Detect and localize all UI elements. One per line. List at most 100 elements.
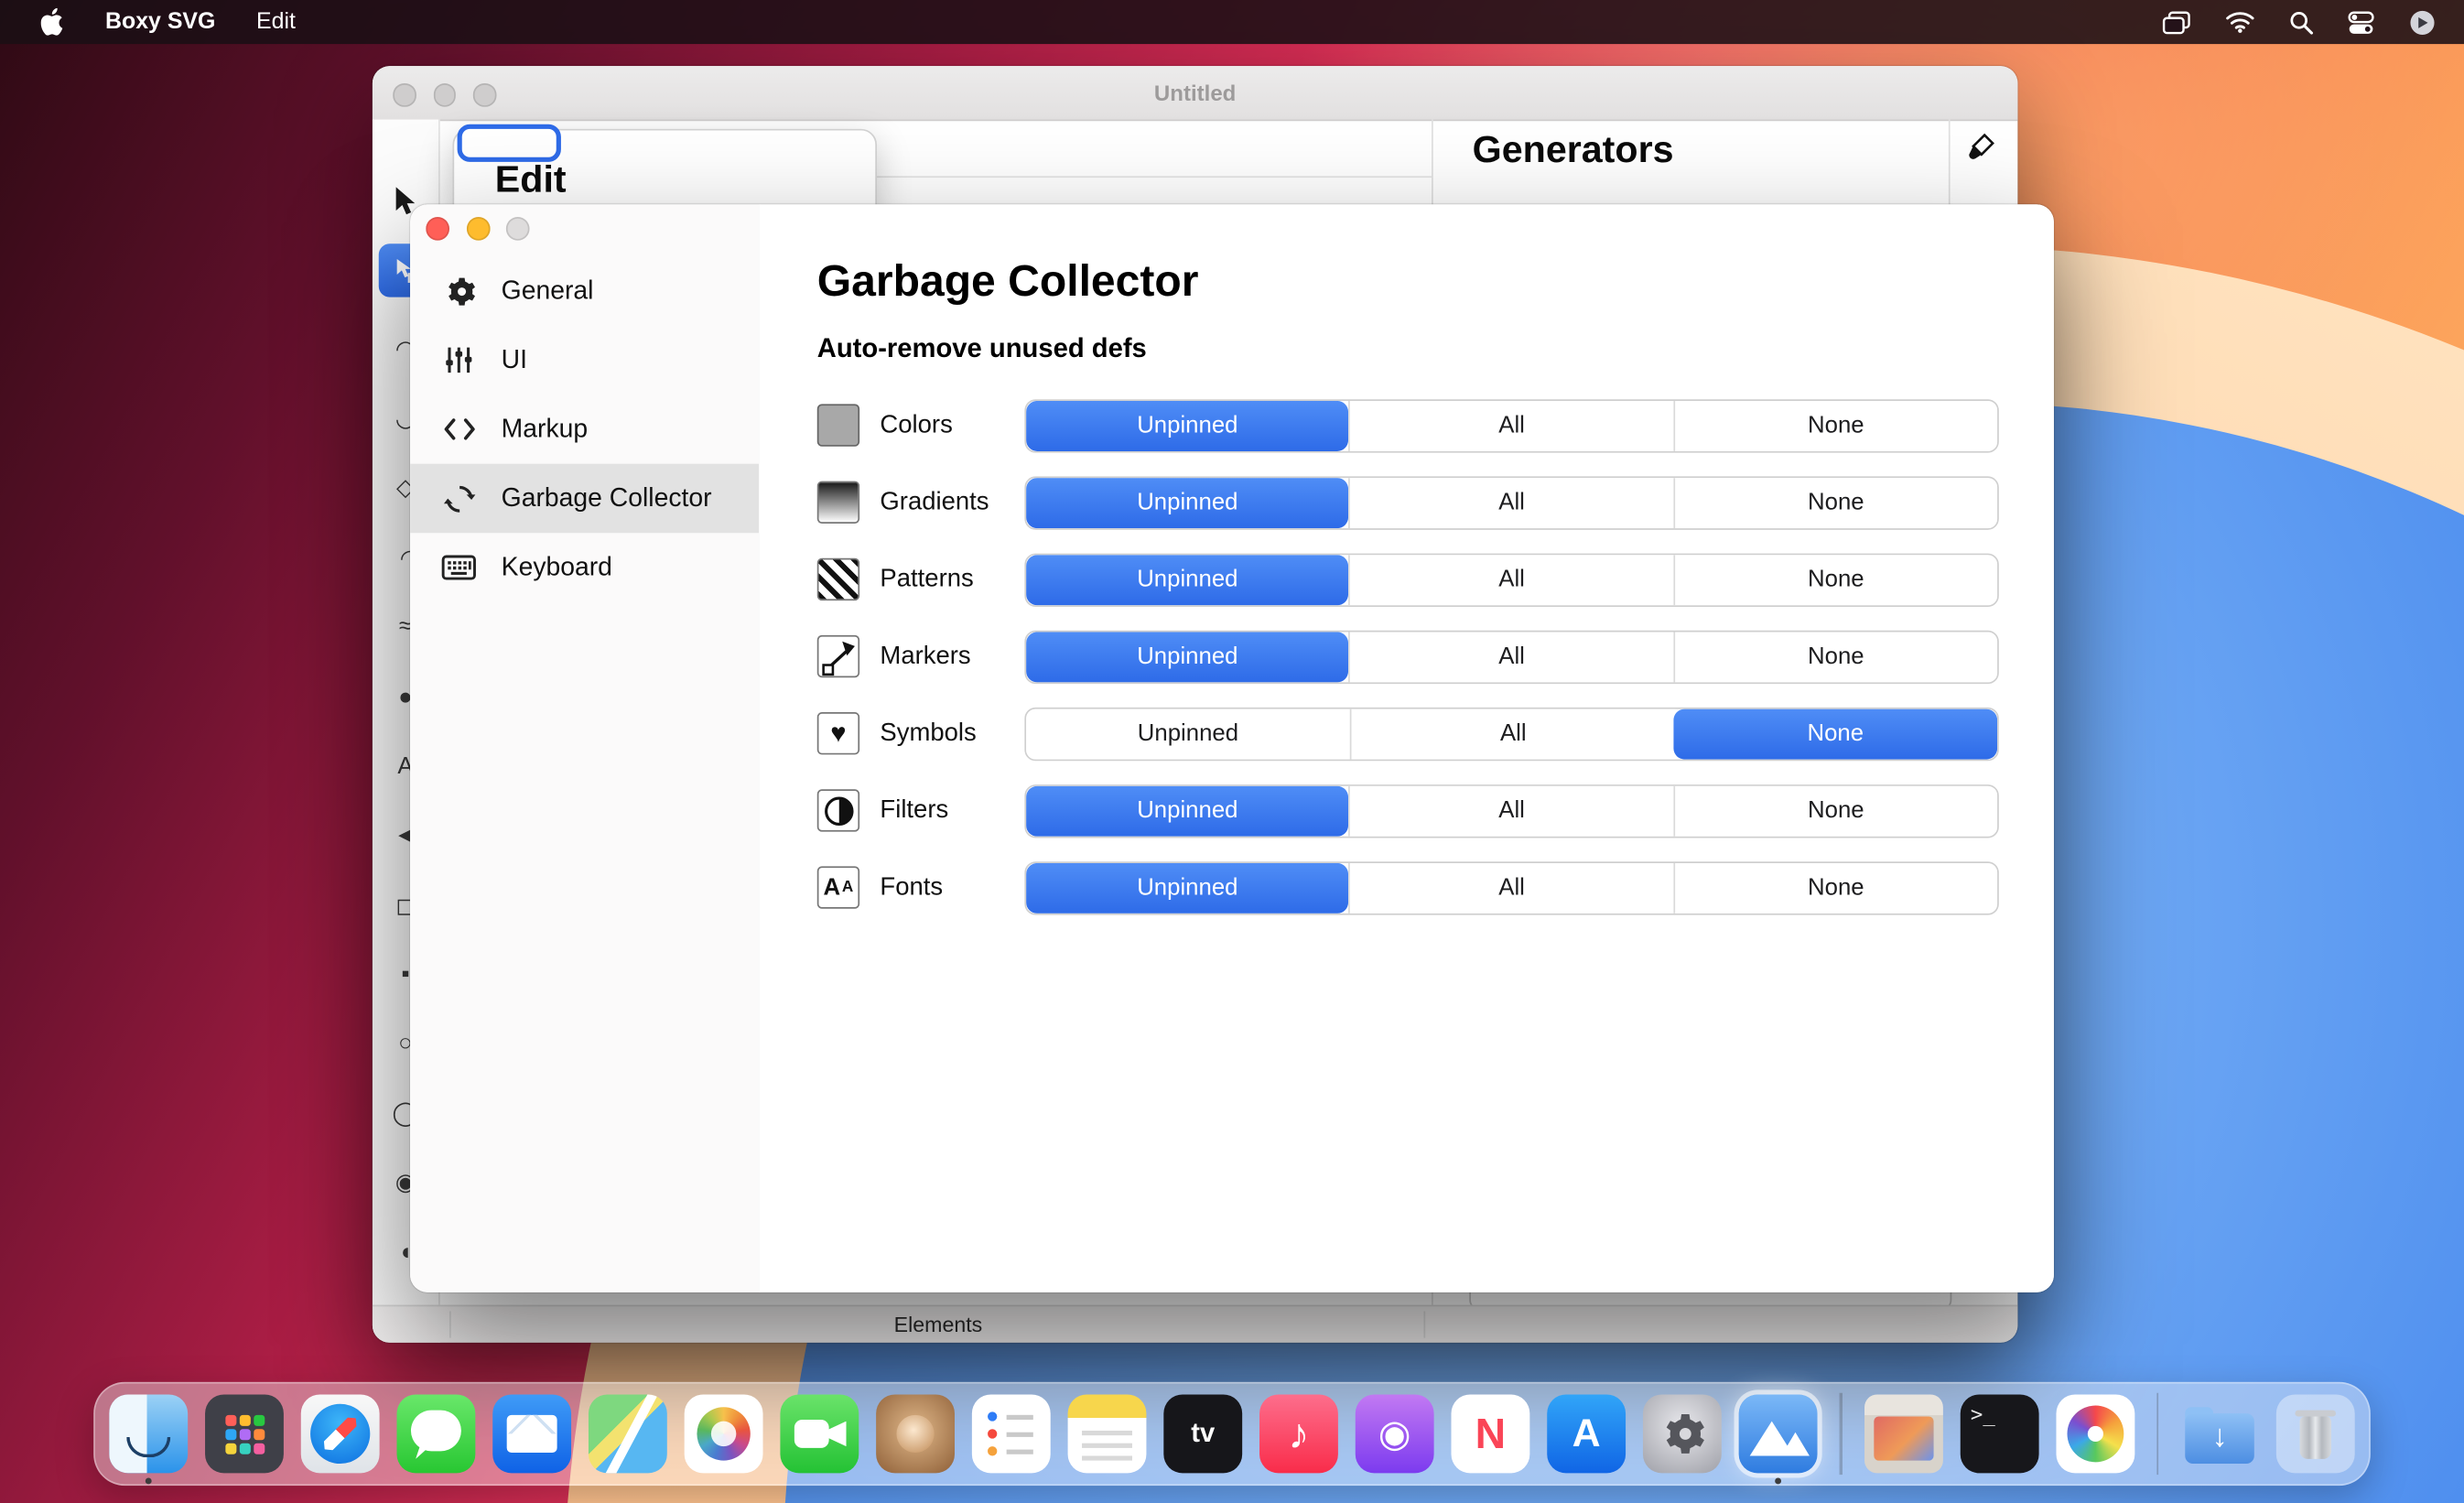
dock-divider	[2156, 1392, 2159, 1476]
dock-photos[interactable]	[684, 1394, 763, 1474]
unpinned-segment[interactable]: Unpinned	[1026, 862, 1349, 914]
marker-icon	[816, 634, 860, 678]
paintbrush-icon[interactable]	[1966, 132, 1996, 169]
gear-icon	[441, 274, 476, 308]
minimize-button[interactable]	[466, 217, 490, 241]
all-segment[interactable]: All	[1348, 400, 1673, 451]
close-button[interactable]	[393, 83, 416, 106]
apple-menu-icon[interactable]	[40, 7, 65, 37]
minimize-button[interactable]	[432, 83, 456, 106]
dock-app-store[interactable]: A	[1547, 1394, 1626, 1474]
unpinned-segment[interactable]: Unpinned	[1026, 631, 1349, 682]
zoom-button[interactable]	[505, 217, 530, 241]
dock-launchpad[interactable]	[205, 1394, 284, 1474]
none-segment[interactable]: None	[1672, 477, 1998, 528]
row-label: Patterns	[880, 565, 974, 592]
settings-dialog: General UI Markup Garbage Collector Keyb…	[410, 204, 2054, 1292]
dock-notes[interactable]	[1067, 1394, 1147, 1474]
dock-mail[interactable]	[492, 1394, 572, 1474]
dock-downloads[interactable]: ↓	[2180, 1394, 2259, 1473]
sidebar-item-general[interactable]: General	[410, 256, 759, 326]
dock-news[interactable]: N	[1451, 1394, 1530, 1474]
dock-system-preferences[interactable]	[1642, 1394, 1722, 1474]
row-filters: Filters Unpinned All None	[816, 772, 1999, 849]
none-segment[interactable]: None	[1672, 862, 1998, 914]
edit-panel-title: Edit	[494, 158, 567, 201]
tab-elements[interactable]: Elements	[844, 1313, 1032, 1336]
sidebar-item-label: Garbage Collector	[501, 483, 712, 513]
launchpad-icon	[205, 1394, 284, 1474]
control-center-icon[interactable]	[2348, 10, 2374, 34]
all-segment[interactable]: All	[1348, 631, 1673, 682]
unpinned-segment[interactable]: Unpinned	[1026, 554, 1349, 605]
unpinned-segment[interactable]: Unpinned	[1026, 400, 1349, 451]
row-gradients: Gradients Unpinned All None	[816, 464, 1999, 541]
dock-terminal[interactable]: >_	[1959, 1394, 2038, 1474]
none-segment[interactable]: None	[1673, 708, 1998, 759]
dock-podcasts[interactable]: ◉	[1355, 1394, 1434, 1474]
close-button[interactable]	[426, 217, 450, 241]
unpinned-segment[interactable]: Unpinned	[1026, 784, 1349, 836]
row-patterns: Patterns Unpinned All None	[816, 541, 1999, 618]
podcasts-icon: ◉	[1355, 1394, 1434, 1474]
all-segment[interactable]: All	[1348, 784, 1673, 836]
running-indicator	[145, 1477, 152, 1485]
terminal-icon: >_	[1959, 1394, 2038, 1474]
window-titlebar[interactable]: Untitled	[372, 66, 2018, 122]
sidebar-item-keyboard[interactable]: Keyboard	[410, 533, 759, 602]
sidebar-item-label: Markup	[501, 414, 589, 443]
dock-messages[interactable]	[396, 1394, 476, 1474]
dock-tv[interactable]: tv	[1163, 1394, 1243, 1474]
dock-finder[interactable]	[109, 1394, 189, 1485]
none-segment[interactable]: None	[1672, 554, 1998, 605]
dock-maps[interactable]	[588, 1394, 667, 1474]
dock-trash[interactable]	[2275, 1394, 2355, 1474]
segmented-control: Unpinned All None	[1024, 707, 1999, 761]
sidebar-item-garbage-collector[interactable]: Garbage Collector	[410, 463, 760, 534]
none-segment[interactable]: None	[1672, 784, 1998, 836]
windows-stack-icon[interactable]	[2162, 10, 2190, 34]
menu-edit[interactable]: Edit	[256, 9, 296, 34]
dock-color-wheel[interactable]	[2055, 1394, 2134, 1474]
all-segment[interactable]: All	[1348, 862, 1673, 914]
unpinned-segment[interactable]: Unpinned	[1026, 708, 1350, 759]
dock-boxy-svg[interactable]	[1738, 1394, 1818, 1485]
all-segment[interactable]: All	[1349, 708, 1676, 759]
dock-photo-booth[interactable]	[876, 1394, 955, 1474]
settings-sidebar: General UI Markup Garbage Collector Keyb…	[410, 204, 761, 1292]
photo-booth-icon	[876, 1394, 955, 1474]
maps-icon	[588, 1394, 667, 1474]
sidebar-item-ui[interactable]: UI	[410, 326, 759, 395]
sidebar-item-markup[interactable]: Markup	[410, 395, 759, 464]
zoom-button[interactable]	[472, 83, 496, 106]
dock-reminders[interactable]	[971, 1394, 1051, 1474]
code-icon	[441, 412, 476, 447]
reminders-icon	[971, 1394, 1051, 1474]
menu-extra-icon[interactable]	[2409, 8, 2436, 35]
dock-music[interactable]: ♪	[1259, 1394, 1338, 1474]
page-title: Garbage Collector	[816, 255, 1199, 306]
search-icon[interactable]	[2289, 10, 2314, 34]
row-markers: Markers Unpinned All None	[816, 618, 1999, 695]
segmented-control: Unpinned All None	[1024, 475, 1999, 529]
menu-app-name[interactable]: Boxy SVG	[105, 9, 215, 34]
pattern-icon	[816, 557, 860, 601]
color-wheel-icon	[2055, 1394, 2134, 1474]
unpinned-segment[interactable]: Unpinned	[1026, 477, 1349, 528]
none-segment[interactable]: None	[1672, 400, 1998, 451]
dock-safari[interactable]	[300, 1394, 380, 1474]
wifi-icon[interactable]	[2225, 11, 2255, 33]
all-segment[interactable]: All	[1348, 554, 1673, 605]
recycle-icon	[441, 481, 476, 516]
dock-minimized-window[interactable]	[1864, 1394, 1943, 1474]
none-segment[interactable]: None	[1672, 631, 1998, 682]
edit-tab-button[interactable]	[457, 124, 561, 162]
apple-tv-icon: tv	[1163, 1394, 1243, 1474]
segmented-control: Unpinned All None	[1024, 629, 1999, 684]
color-swatch-icon	[816, 404, 860, 447]
music-icon: ♪	[1259, 1394, 1338, 1474]
all-segment[interactable]: All	[1348, 477, 1673, 528]
dock-facetime[interactable]	[780, 1394, 859, 1474]
segmented-control: Unpinned All None	[1024, 860, 1999, 914]
facetime-icon	[780, 1394, 859, 1474]
